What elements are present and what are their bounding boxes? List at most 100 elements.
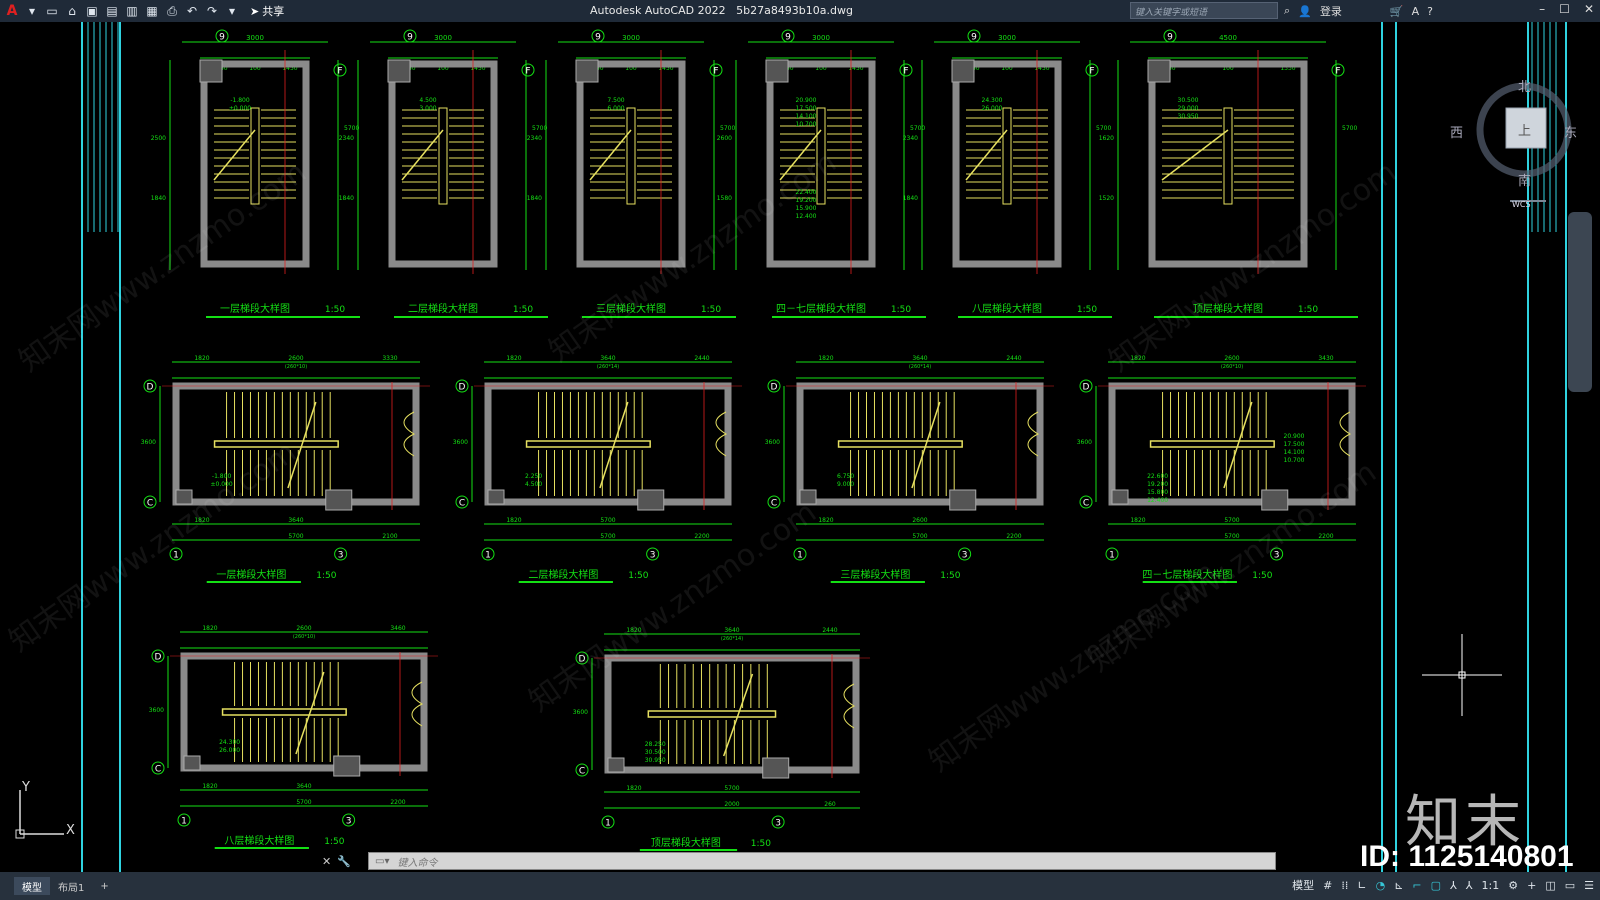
level-mark: 14.100: [1284, 449, 1305, 456]
dimension-text: (260*14): [909, 364, 931, 370]
search-icon[interactable]: ⌕: [1284, 4, 1290, 18]
login-link[interactable]: 登录: [1320, 3, 1342, 19]
dimension-text: 2440: [822, 627, 837, 634]
command-input[interactable]: 键入命令: [397, 854, 437, 869]
share-label: 共享: [262, 5, 285, 18]
viewcube[interactable]: 北 南 西 东 上 WCS: [1450, 80, 1577, 209]
tab-layout1[interactable]: 布局1: [50, 877, 92, 895]
polar-icon[interactable]: ◔: [1376, 879, 1386, 892]
viewcube-north[interactable]: 北: [1518, 76, 1531, 95]
open-folder-icon[interactable]: ⌂: [64, 3, 80, 19]
drawing-scale: 1:50: [324, 837, 344, 847]
ucs-x-label: X: [66, 823, 75, 838]
stair-wall: [796, 382, 1044, 506]
dimension-text: 1820: [1130, 517, 1145, 524]
print-icon[interactable]: ⎙: [164, 3, 180, 19]
plus-icon[interactable]: +: [1527, 879, 1536, 892]
dimension-text: 5700: [532, 125, 547, 132]
stair-handrail: [213, 440, 339, 448]
plot-icon[interactable]: ▦: [144, 3, 160, 19]
new-file-icon[interactable]: ▭: [44, 3, 60, 19]
maximize-icon[interactable]: ☐: [1559, 2, 1570, 16]
model-space-toggle[interactable]: 模型: [1292, 877, 1314, 893]
search-input[interactable]: 键入关键字或短语: [1130, 2, 1278, 19]
save-as-icon[interactable]: ▤: [104, 3, 120, 19]
stair-handrail: [221, 708, 347, 716]
break-line: [213, 129, 256, 181]
drawing-canvas[interactable]: 300014501001450250057001840-1.800±0.0009…: [0, 22, 1600, 872]
drawing-scale: 1:50: [940, 571, 960, 581]
customize-menu-icon[interactable]: ☰: [1584, 879, 1594, 892]
level-mark: 15.900: [796, 205, 817, 212]
save-icon[interactable]: ▣: [84, 3, 100, 19]
dimension-text: 2200: [694, 533, 709, 540]
level-mark: 7.500: [607, 97, 624, 104]
ortho-icon[interactable]: ∟: [1357, 879, 1366, 892]
break-line: [589, 129, 632, 181]
dimension-text: 5700: [910, 125, 925, 132]
axis-label: C: [155, 765, 161, 775]
axis-label: D: [147, 383, 154, 393]
column-hatch: [799, 489, 817, 505]
axis-label: 9: [1167, 33, 1173, 43]
grid-icon[interactable]: #: [1323, 879, 1332, 892]
viewcube-top[interactable]: 上: [1518, 120, 1531, 139]
fullscreen-icon[interactable]: ▭: [1565, 879, 1575, 892]
break-line: [779, 129, 822, 181]
drawing-title: 四－七层梯段大样图: [1142, 568, 1232, 581]
command-close-icon[interactable]: ✕: [322, 855, 331, 868]
isolate-icon[interactable]: ◫: [1545, 879, 1555, 892]
dimension-text: (260*10): [1221, 364, 1243, 370]
autocad-logo-icon[interactable]: A: [4, 3, 20, 19]
drawing-title: 三层梯段大样图: [840, 568, 910, 581]
menu-dropdown-icon[interactable]: ▾: [24, 3, 40, 19]
break-line: [287, 401, 317, 489]
viewcube-west[interactable]: 西: [1450, 122, 1463, 141]
axis-label: 9: [219, 33, 225, 43]
close-icon[interactable]: ✕: [1584, 2, 1594, 16]
wcs-menu[interactable]: WCS: [1512, 200, 1531, 209]
level-mark: 6.000: [607, 105, 624, 112]
dimension-text: 5700: [912, 533, 927, 540]
column-hatch: [765, 59, 789, 83]
cart-icon[interactable]: 🛒: [1390, 5, 1404, 18]
viewcube-south[interactable]: 南: [1518, 170, 1531, 189]
minimize-icon[interactable]: –: [1539, 2, 1545, 16]
level-mark: 26.000: [219, 747, 240, 754]
dimension-text: 1820: [626, 627, 641, 634]
stair-wall: [576, 60, 686, 268]
break-line: [965, 129, 1008, 181]
customize-dropdown-icon[interactable]: ▾: [224, 3, 240, 19]
publish-icon[interactable]: ▥: [124, 3, 140, 19]
dimension-text: (260*10): [285, 364, 307, 370]
auto-scale-icon[interactable]: ⅄: [1466, 879, 1473, 892]
drawing-scale: 1:50: [325, 305, 345, 315]
snap-icon[interactable]: ⁞⁞: [1341, 879, 1348, 892]
command-settings-icon[interactable]: 🔧: [337, 855, 351, 868]
dimension-text: 3600: [765, 439, 780, 446]
share-button[interactable]: ➤ 共享: [250, 3, 284, 19]
selection-cycling-icon[interactable]: ▢: [1431, 879, 1441, 892]
annotation-scale[interactable]: 1:1: [1482, 879, 1500, 892]
workspace-gear-icon[interactable]: ⚙: [1508, 879, 1518, 892]
dimension-text: 1820: [506, 355, 521, 362]
redo-icon[interactable]: ↷: [204, 3, 220, 19]
axis-label: 3: [962, 551, 968, 561]
user-icon[interactable]: 👤: [1298, 5, 1312, 18]
viewcube-east[interactable]: 东: [1564, 122, 1577, 141]
autodesk-a360-icon[interactable]: A: [1412, 5, 1420, 18]
break-line: [911, 401, 941, 489]
undo-icon[interactable]: ↶: [184, 3, 200, 19]
dimension-text: 2340: [339, 135, 354, 142]
navigation-bar: [1568, 212, 1592, 392]
status-bar: 模型 布局1 + 模型 # ⁞⁞ ∟ ◔ ⊾ ⌐ ▢ ⅄ ⅄ 1:1 ⚙ + ◫…: [0, 872, 1600, 900]
app-title: Autodesk AutoCAD 2022: [590, 4, 726, 17]
help-icon[interactable]: ?: [1427, 5, 1433, 18]
annotation-visibility-icon[interactable]: ⅄: [1450, 879, 1457, 892]
osnap-track-icon[interactable]: ⊾: [1394, 879, 1403, 892]
command-line[interactable]: ▭▾ 键入命令: [368, 852, 1276, 870]
add-layout-button[interactable]: +: [92, 877, 116, 895]
tab-model[interactable]: 模型: [14, 877, 50, 895]
osnap-icon[interactable]: ⌐: [1412, 879, 1421, 892]
level-mark: 26.000: [982, 105, 1003, 112]
